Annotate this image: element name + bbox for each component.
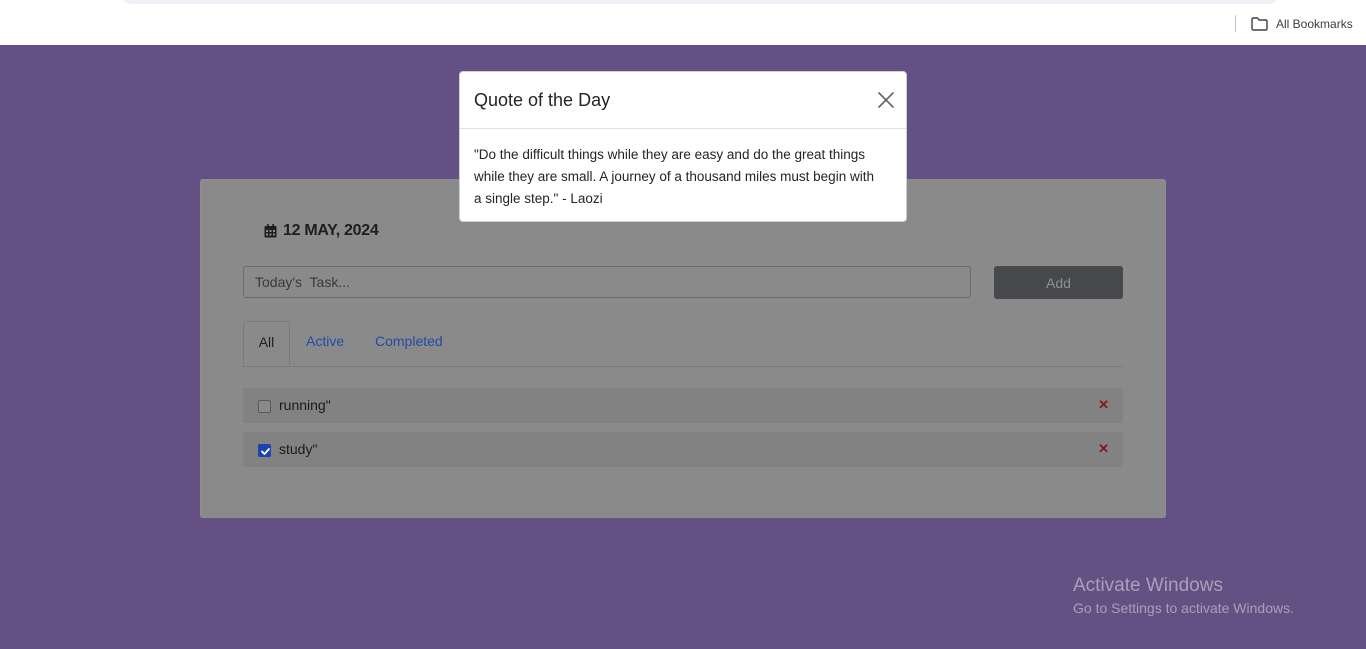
- modal-title: Quote of the Day: [474, 90, 611, 110]
- todo-checkbox[interactable]: [258, 444, 271, 457]
- bookmarks-divider: [1235, 15, 1236, 32]
- address-bar[interactable]: [120, 0, 1280, 4]
- task-input[interactable]: [243, 266, 971, 298]
- tab-active[interactable]: Active: [306, 321, 344, 366]
- tab-all[interactable]: All: [243, 321, 290, 366]
- quote-modal: Quote of the Day "Do the difficult thing…: [459, 71, 907, 222]
- quote-text: "Do the difficult things while they are …: [474, 147, 874, 206]
- all-bookmarks-label: All Bookmarks: [1276, 17, 1353, 31]
- filter-tabs: All Active Completed: [243, 321, 1123, 367]
- all-bookmarks-button[interactable]: All Bookmarks: [1251, 14, 1353, 34]
- windows-activation-watermark: Activate Windows Go to Settings to activ…: [1073, 575, 1294, 619]
- add-task-button[interactable]: Add: [994, 266, 1123, 299]
- watermark-title: Activate Windows: [1073, 575, 1223, 596]
- delete-todo-button[interactable]: ✕: [1098, 441, 1109, 457]
- close-icon[interactable]: [877, 91, 895, 109]
- delete-todo-button[interactable]: ✕: [1098, 397, 1109, 413]
- watermark-subtitle: Go to Settings to activate Windows.: [1073, 600, 1294, 616]
- todo-checkbox[interactable]: [258, 400, 271, 413]
- folder-icon: [1251, 17, 1268, 31]
- date-text: 12 MAY, 2024: [283, 222, 379, 239]
- modal-header: Quote of the Day: [460, 72, 906, 129]
- todo-item: study" ✕: [243, 432, 1123, 467]
- todo-label: running": [279, 397, 331, 413]
- checkmark-icon: [261, 448, 270, 455]
- tab-completed[interactable]: Completed: [375, 321, 443, 366]
- date-display: 12 MAY, 2024: [264, 222, 379, 240]
- browser-bookmarks-bar: All Bookmarks: [0, 0, 1366, 45]
- todo-item: running" ✕: [243, 388, 1123, 423]
- calendar-icon: [264, 224, 277, 238]
- todo-label: study": [279, 441, 318, 457]
